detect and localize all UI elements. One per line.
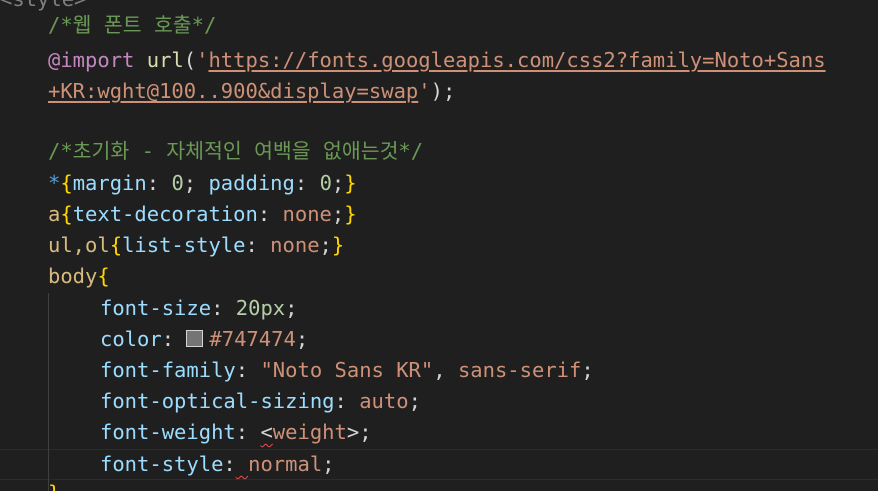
code-line-anchor-selector[interactable]: a{text-decoration: none;} <box>48 199 357 230</box>
url-function: url <box>146 48 184 72</box>
property-name: font-optical-sizing <box>100 389 335 413</box>
code-line-import[interactable]: @import url('https://fonts.googleapis.co… <box>48 45 826 76</box>
color-swatch[interactable] <box>186 329 204 347</box>
semicolon: ; <box>581 358 594 382</box>
property-name: padding <box>208 171 295 195</box>
font-url-link-continued[interactable]: +KR:wght@100..900&display=swap <box>48 79 418 103</box>
paren-open: ( <box>183 48 197 72</box>
brace-open: { <box>60 202 73 226</box>
colon: : <box>211 296 236 320</box>
semicolon: ; <box>285 296 298 320</box>
brace-open: { <box>97 264 110 288</box>
property-name: list-style <box>122 233 246 257</box>
property-value: weight <box>272 420 347 444</box>
comma: , <box>433 358 458 382</box>
colon: : <box>235 358 261 382</box>
code-line-color[interactable]: color: #747474; <box>100 324 308 355</box>
property-name: font-style <box>100 452 224 476</box>
error-squiggle <box>236 452 248 476</box>
indent-guide <box>48 293 49 491</box>
property-name: font-weight <box>100 420 236 444</box>
property-value: "Noto Sans KR" <box>260 358 434 382</box>
selector: a <box>48 202 61 226</box>
property-value: none <box>282 202 332 226</box>
colon: : <box>334 389 360 413</box>
code-line-font-size[interactable]: font-size: 20px; <box>100 293 298 324</box>
colon: : <box>245 233 271 257</box>
font-url-link[interactable]: https://fonts.googleapis.com/css2?family… <box>208 48 825 72</box>
error-squiggle: < <box>260 420 273 444</box>
property-value: normal <box>248 452 323 476</box>
colon: : <box>146 171 172 195</box>
property-value: none <box>270 233 320 257</box>
property-name: font-family <box>100 358 236 382</box>
property-name: margin <box>72 171 147 195</box>
property-name: color <box>100 327 162 351</box>
property-value: 0 <box>319 171 332 195</box>
code-line-font-family[interactable]: font-family: "Noto Sans KR", sans-serif; <box>100 355 594 386</box>
comment: /*웹 폰트 호출*/ <box>48 13 217 37</box>
semicolon: ; <box>331 202 345 226</box>
brace-close: } <box>48 481 60 491</box>
brace-open: { <box>109 233 123 257</box>
quote-open: ' <box>196 48 209 72</box>
selector: body <box>48 264 98 288</box>
property-value: #747474 <box>209 327 296 351</box>
property-value: auto <box>359 389 409 413</box>
comment: /*초기화 - 자체적인 여백을 없애는것*/ <box>48 139 424 163</box>
property-name: font-size <box>100 296 212 320</box>
code-line-font-optical-sizing[interactable]: font-optical-sizing: auto; <box>100 386 421 417</box>
code-line-body-close[interactable]: } <box>48 478 60 491</box>
paren-close: ); <box>430 79 456 103</box>
quote-close: ' <box>418 79 431 103</box>
code-line-list-selector[interactable]: ul,ol{list-style: none;} <box>48 230 344 261</box>
brace-close: } <box>344 171 357 195</box>
colon: : <box>223 452 236 476</box>
semicolon: ; <box>183 171 209 195</box>
colon: : <box>257 202 283 226</box>
brace-close: } <box>344 202 357 226</box>
code-line-font-style[interactable]: font-style: normal; <box>100 449 335 480</box>
brace-open: { <box>60 171 73 195</box>
universal-selector: * <box>48 171 61 195</box>
semicolon: ; <box>319 233 332 257</box>
code-editor[interactable]: <style> /*웹 폰트 호출*/ @import url('https:/… <box>0 0 878 491</box>
colon: : <box>294 171 320 195</box>
colon: : <box>235 420 261 444</box>
code-line-font-weight[interactable]: font-weight: <weight>; <box>100 417 372 448</box>
property-value: 0 <box>171 171 184 195</box>
code-line-comment-webfont[interactable]: /*웹 폰트 호출*/ <box>48 10 216 41</box>
semicolon: ; <box>322 452 335 476</box>
property-value: sans-serif <box>457 358 582 382</box>
colon: : <box>161 327 187 351</box>
at-import-keyword: @import <box>48 48 135 72</box>
semicolon: ; <box>331 171 345 195</box>
selector: ul,ol <box>48 233 110 257</box>
code-line-comment-reset[interactable]: /*초기화 - 자체적인 여백을 없애는것*/ <box>48 136 423 167</box>
semicolon: ; <box>408 389 421 413</box>
code-line-import-continued[interactable]: +KR:wght@100..900&display=swap'); <box>48 76 455 107</box>
property-name: text-decoration <box>72 202 258 226</box>
semicolon: ; <box>295 327 309 351</box>
semicolon: ; <box>359 420 372 444</box>
code-line-universal-selector[interactable]: *{margin: 0; padding: 0;} <box>48 168 357 199</box>
code-line-body-selector[interactable]: body{ <box>48 261 110 292</box>
property-value: 20px <box>235 296 286 320</box>
angle-close: > <box>346 420 360 444</box>
brace-close: } <box>331 233 345 257</box>
